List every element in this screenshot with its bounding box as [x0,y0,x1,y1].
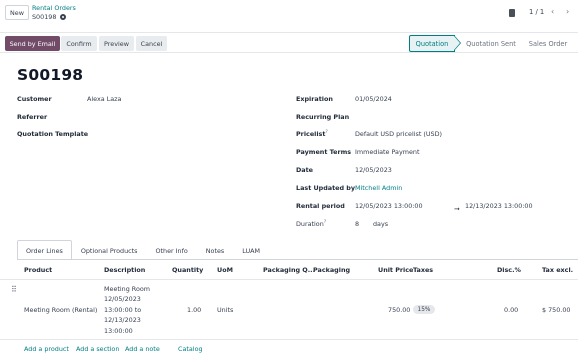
row-product[interactable]: Meeting Room (Rental) [24,306,97,314]
breadcrumb-current: S00198 [32,13,67,21]
customer-label: Customer [17,95,52,103]
quotation-template-label: Quotation Template [17,130,89,138]
duration-label: Duration [296,220,324,229]
col-discount[interactable]: Disc.% [497,266,521,274]
add-product-link[interactable]: Add a product [24,345,69,353]
page-title: S00198 [17,66,84,84]
row-unit-price[interactable]: 750.00 [388,306,410,314]
col-quantity[interactable]: Quantity [172,266,203,274]
tab-optional-products[interactable]: Optional Products [72,240,147,260]
record-name: S00198 [32,13,57,21]
rental-end-field[interactable]: 12/13/2023 13:00:00 [465,202,533,210]
add-section-link[interactable]: Add a section [76,345,119,353]
new-button[interactable]: New [5,5,29,20]
duration-label-wrap: Duration? [296,220,326,228]
status-bar: Quotation Quotation Sent Sales Order [409,35,573,52]
recurring-plan-label: Recurring Plan [296,113,350,121]
tab-divider [17,259,578,260]
referrer-label: Referrer [17,113,48,121]
confirm-button[interactable]: Confirm [61,36,97,51]
pricelist-field[interactable]: Default USD pricelist (USD) [355,130,442,138]
col-packaging[interactable]: Packaging [313,266,350,274]
gear-icon[interactable] [60,14,67,20]
row-subtotal: $ 750.00 [542,306,571,314]
expiration-field[interactable]: 01/05/2024 [355,95,392,103]
pricelist-label: Pricelist [296,130,326,139]
row-uom[interactable]: Units [217,306,233,314]
drag-handle-icon[interactable]: ⠿ [11,285,17,294]
row-discount[interactable]: 0.00 [504,306,518,314]
date-label: Date [296,166,314,174]
arrow-right-icon: ➞ [454,205,460,213]
last-updated-link[interactable]: Mitchell Admin [355,184,402,192]
documents-icon[interactable] [507,7,515,17]
pager-prev-icon[interactable]: ‹ [551,7,554,16]
date-field[interactable]: 12/05/2023 [355,166,392,174]
pager-value[interactable]: 1 / 1 [529,8,544,16]
col-product[interactable]: Product [24,266,52,274]
table-header-divider [0,279,578,280]
tax-badge[interactable]: 15% [413,305,435,314]
pricelist-label-wrap: Pricelist? [296,130,328,138]
tab-order-lines[interactable]: Order Lines [17,240,72,260]
row-divider [0,339,578,340]
tab-notes[interactable]: Notes [197,240,233,260]
row-description[interactable]: Meeting Room 12/05/2023 13:00:00 to 12/1… [104,284,150,336]
last-updated-label: Last Updated by [296,184,356,192]
action-bar: Send by Email Confirm Preview Cancel Quo… [0,32,578,53]
control-panel: New Rental Orders S00198 1 / 1 ‹ › [0,0,578,32]
payment-terms-label: Payment Terms [296,148,352,156]
expiration-label: Expiration [296,95,333,103]
rental-start-field[interactable]: 12/05/2023 13:00:00 [355,202,423,210]
col-tax-excl[interactable]: Tax excl. [542,266,573,274]
send-by-email-button[interactable]: Send by Email [5,36,60,51]
pager-next-icon[interactable]: › [566,7,569,16]
stage-sales-order[interactable]: Sales Order [523,35,573,52]
tab-luam[interactable]: LUAM [233,240,269,260]
catalog-link[interactable]: Catalog [178,345,203,353]
help-icon[interactable]: ? [325,130,327,135]
tab-other-info[interactable]: Other Info [147,240,197,260]
customer-field[interactable]: Alexa Laza [87,95,121,103]
preview-button[interactable]: Preview [99,36,134,51]
add-note-link[interactable]: Add a note [125,345,160,353]
payment-terms-field[interactable]: Immediate Payment [355,148,419,156]
col-unit-price[interactable]: Unit Price [378,266,413,274]
col-uom[interactable]: UoM [217,266,233,274]
cancel-button[interactable]: Cancel [136,36,167,51]
duration-value[interactable]: 8 [355,220,359,228]
stage-quotation-sent[interactable]: Quotation Sent [455,35,523,52]
col-description[interactable]: Description [104,266,145,274]
notebook-tabs: Order Lines Optional Products Other Info… [17,240,269,260]
breadcrumb-rental-orders[interactable]: Rental Orders [32,4,76,12]
col-taxes[interactable]: Taxes [413,266,433,274]
help-icon[interactable]: ? [324,220,326,225]
row-quantity[interactable]: 1.00 [187,306,201,314]
duration-unit: days [373,220,389,228]
stage-quotation[interactable]: Quotation [409,35,461,52]
rental-period-label: Rental period [296,202,345,210]
col-packaging-qty[interactable]: Packaging Q... [263,266,315,274]
